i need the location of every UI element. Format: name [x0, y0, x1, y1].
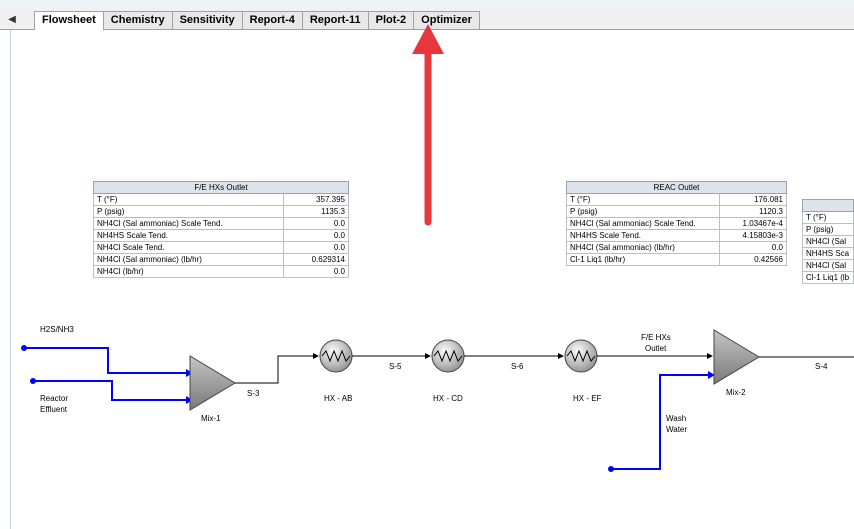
label-hx-ef: HX - EF	[573, 394, 602, 403]
annotation-arrow	[412, 24, 444, 226]
stream-fe-hxs-outlet[interactable]	[597, 353, 713, 359]
label-hx-cd: HX - CD	[433, 394, 463, 403]
stream-s-5[interactable]	[352, 353, 431, 359]
stream-s-3[interactable]	[235, 353, 319, 384]
label-s-3: S-3	[247, 389, 260, 398]
hx-cd-block[interactable]	[431, 339, 465, 373]
label-wash: Wash	[666, 414, 687, 423]
label-mix-1: Mix-1	[201, 414, 221, 423]
label-hx-ab: HX - AB	[324, 394, 353, 403]
stream-wash-water[interactable]	[608, 371, 715, 472]
label-s-4: S-4	[815, 362, 828, 371]
stream-h2s-nh3[interactable]	[21, 345, 193, 377]
stream-s-6[interactable]	[464, 353, 564, 359]
label-mix-2: Mix-2	[726, 388, 746, 397]
label-reactor: Reactor	[40, 394, 69, 403]
label-effluent: Effluent	[40, 405, 67, 414]
label-h2s-nh3: H2S/NH3	[40, 325, 74, 334]
label-water: Water	[666, 425, 688, 434]
label-outlet: Outlet	[645, 344, 667, 353]
hx-ab-block[interactable]	[319, 339, 353, 373]
flowsheet-drawing	[21, 24, 854, 472]
hx-ef-block[interactable]	[564, 339, 598, 373]
label-s-5: S-5	[389, 362, 402, 371]
mix-1-block[interactable]	[189, 355, 236, 411]
mix-2-block[interactable]	[713, 329, 760, 385]
label-fe-hxs: F/E HXs	[641, 333, 671, 342]
label-s-6: S-6	[511, 362, 524, 371]
